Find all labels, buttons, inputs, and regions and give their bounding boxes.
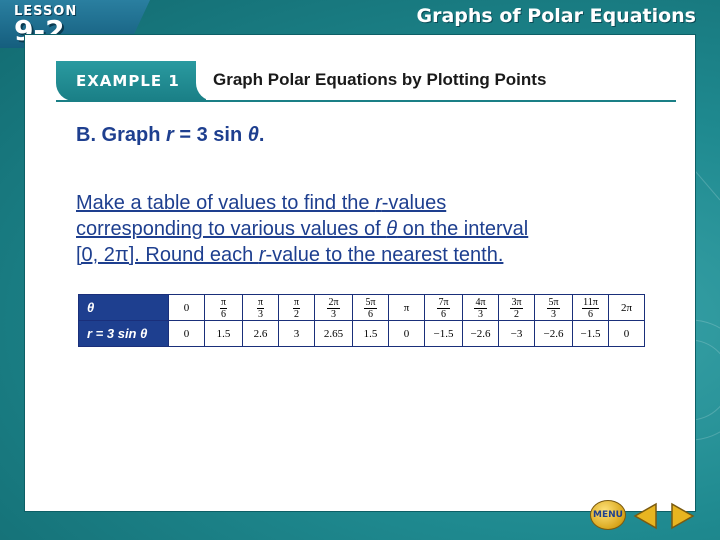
r-value-cell: −2.6	[534, 320, 573, 347]
theta-cell: 2π	[608, 294, 645, 321]
r-row-header: r = 3 sin θ	[78, 320, 169, 347]
menu-label: MENU	[593, 510, 623, 520]
instruction-text-segment: Make a table of values to find the	[76, 192, 376, 214]
r-value-cell: −3	[498, 320, 535, 347]
example-rule	[56, 100, 676, 102]
theta-value: π	[403, 301, 410, 314]
equation-middle: = 3 sin	[173, 124, 248, 146]
theta-cell: 4π 3	[462, 294, 499, 321]
fraction-numerator: π	[256, 296, 265, 309]
theta-cell: 7π 6	[424, 294, 463, 321]
lesson-title: Graphs of Polar Equations	[416, 5, 696, 27]
content-panel	[24, 34, 696, 512]
part-suffix: .	[258, 124, 265, 146]
var-r: r	[166, 124, 174, 146]
fraction-numerator: 7π	[437, 296, 450, 309]
next-button[interactable]	[668, 502, 696, 530]
r-value-cell: 0	[388, 320, 425, 347]
fraction-numerator: 5π	[364, 296, 377, 309]
theta-value: 0	[183, 301, 190, 314]
r-value-cell: 1.5	[352, 320, 389, 347]
theta-fraction: 11π 6	[582, 297, 599, 320]
fraction-denominator: 6	[588, 308, 593, 320]
theta-fraction: π6	[219, 296, 228, 320]
fraction-numerator: 2π	[327, 296, 340, 309]
theta-cell: π6	[204, 294, 243, 321]
fraction-numerator: 11π	[582, 296, 599, 309]
part-prefix: B. Graph	[76, 124, 167, 146]
triangle-right-icon	[671, 502, 695, 530]
previous-button[interactable]	[632, 502, 660, 530]
theta-fraction: π3	[256, 296, 265, 320]
menu-button[interactable]: MENU	[590, 500, 626, 530]
fraction-denominator: 6	[368, 308, 373, 320]
theta-value: 2π	[620, 301, 633, 314]
theta-cell: π	[388, 294, 425, 321]
theta-cell: π3	[242, 294, 279, 321]
r-row: r = 3 sin θ 0 1.5 2.6 3 2.65 1.5 0 −1.5 −2.6 −3 −2…	[78, 320, 645, 347]
top-bar: LESSON 9-2 Graphs of Polar Equations	[0, 0, 720, 48]
example-label: EXAMPLE 1	[76, 72, 180, 90]
instruction-text-segment: on the interval	[397, 218, 529, 240]
fraction-denominator: 6	[441, 308, 446, 320]
r-value-cell: 2.65	[314, 320, 353, 347]
example-heading: Graph Polar Equations by Plotting Points	[213, 70, 547, 89]
instruction-line-3: [0, 2π]. Round each r-value to the neare…	[76, 242, 636, 268]
theta-cell: 5π 6	[352, 294, 389, 321]
var-theta: θ	[247, 124, 259, 146]
theta-cell: 5π 3	[534, 294, 573, 321]
instruction-line-2: corresponding to various values of θ on …	[76, 216, 636, 242]
part-heading: B. Graph r = 3 sin θ.	[76, 124, 264, 147]
fraction-denominator: 3	[478, 308, 483, 320]
instruction-var-theta: θ	[386, 218, 398, 240]
theta-cell: 11π 6	[572, 294, 609, 321]
fraction-denominator: 3	[258, 308, 263, 320]
fraction-numerator: π	[219, 296, 228, 309]
instruction-text-segment: -values	[381, 192, 447, 214]
theta-fraction: 3π 2	[510, 296, 523, 320]
fraction-denominator: 6	[221, 308, 226, 320]
theta-fraction: 7π 6	[437, 296, 450, 320]
theta-fraction: 4π 3	[474, 296, 487, 320]
instruction-var-r: r	[375, 192, 382, 214]
theta-cell: 0	[168, 294, 205, 321]
theta-fraction: π2	[292, 296, 301, 320]
instruction-text-segment: corresponding to various values of	[76, 218, 387, 240]
theta-row: θ 0 π 6 π 3 π 2 2π 3 5π 6 π 7π 6 4π 3 3π 2 5π 3 11π 6 2π	[78, 294, 645, 321]
r-value-cell: −1.5	[572, 320, 609, 347]
theta-cell: π2	[278, 294, 315, 321]
theta-fraction: 5π 3	[547, 296, 560, 320]
theta-fraction: 5π 6	[364, 296, 377, 320]
instruction-text: Make a table of values to find the r-val…	[76, 190, 636, 268]
r-value-cell: −2.6	[462, 320, 499, 347]
theta-cell: 2π 3	[314, 294, 353, 321]
fraction-numerator: 5π	[547, 296, 560, 309]
fraction-numerator: 3π	[510, 296, 523, 309]
values-table: θ 0 π 6 π 3 π 2 2π 3 5π 6 π 7π 6 4π 3 3π 2 5π 3 11π 6 2π r = 3…	[78, 294, 645, 347]
theta-row-header: θ	[78, 294, 169, 321]
fraction-numerator: π	[292, 296, 301, 309]
fraction-numerator: 4π	[474, 296, 487, 309]
fraction-denominator: 3	[551, 308, 556, 320]
r-value-cell: 0	[168, 320, 205, 347]
r-value-cell: 1.5	[204, 320, 243, 347]
theta-cell: 3π 2	[498, 294, 535, 321]
instruction-text-segment: [0, 2π]. Round each	[76, 244, 259, 266]
fraction-denominator: 2	[514, 308, 519, 320]
fraction-denominator: 2	[294, 308, 299, 320]
r-value-cell: −1.5	[424, 320, 463, 347]
theta-fraction: 2π 3	[327, 296, 340, 320]
r-value-cell: 0	[608, 320, 645, 347]
triangle-left-icon	[633, 502, 657, 530]
fraction-denominator: 3	[331, 308, 336, 320]
instruction-text-segment: -value to the nearest tenth.	[265, 244, 504, 266]
instruction-line-1: Make a table of values to find the r-val…	[76, 190, 636, 216]
r-value-cell: 2.6	[242, 320, 279, 347]
r-value-cell: 3	[278, 320, 315, 347]
